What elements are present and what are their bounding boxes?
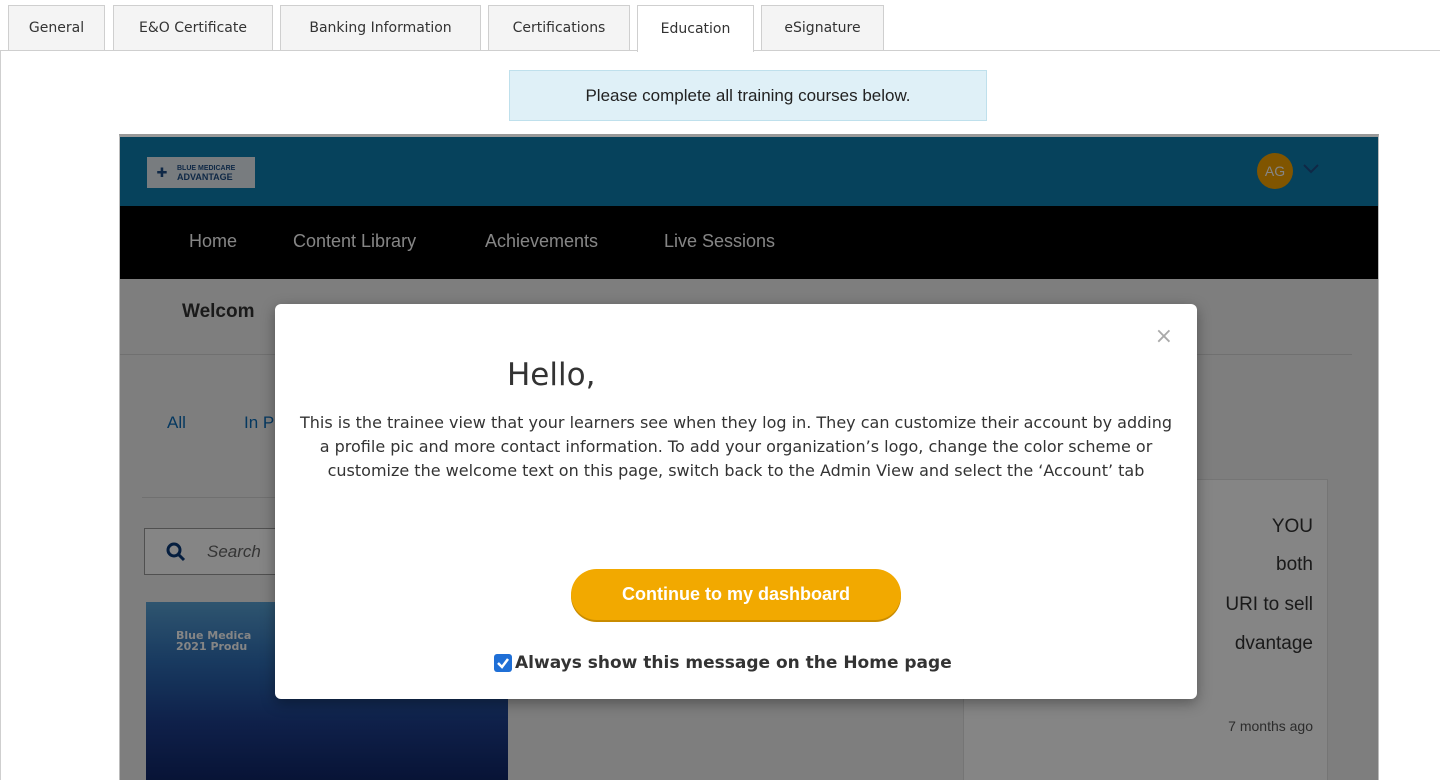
info-banner: Please complete all training courses bel… (509, 70, 987, 121)
tab-certifications[interactable]: Certifications (488, 5, 630, 50)
welcome-modal: × Hello, This is the trainee view that y… (275, 304, 1197, 699)
content-border (0, 50, 1, 780)
tab-bar: General E&O Certificate Banking Informat… (0, 0, 1440, 52)
tab-eo-certificate[interactable]: E&O Certificate (113, 5, 273, 50)
tab-banking-information[interactable]: Banking Information (280, 5, 481, 50)
modal-title: Hello, (507, 357, 596, 393)
continue-dashboard-button[interactable]: Continue to my dashboard (571, 569, 901, 620)
modal-body: This is the trainee view that your learn… (300, 413, 1173, 480)
tab-general[interactable]: General (8, 5, 105, 50)
close-icon[interactable]: × (1155, 326, 1173, 348)
always-show-checkbox[interactable] (493, 653, 513, 673)
always-show-label[interactable]: Always show this message on the Home pag… (515, 653, 952, 673)
tab-education[interactable]: Education (637, 5, 754, 52)
tab-esignature[interactable]: eSignature (761, 5, 884, 50)
